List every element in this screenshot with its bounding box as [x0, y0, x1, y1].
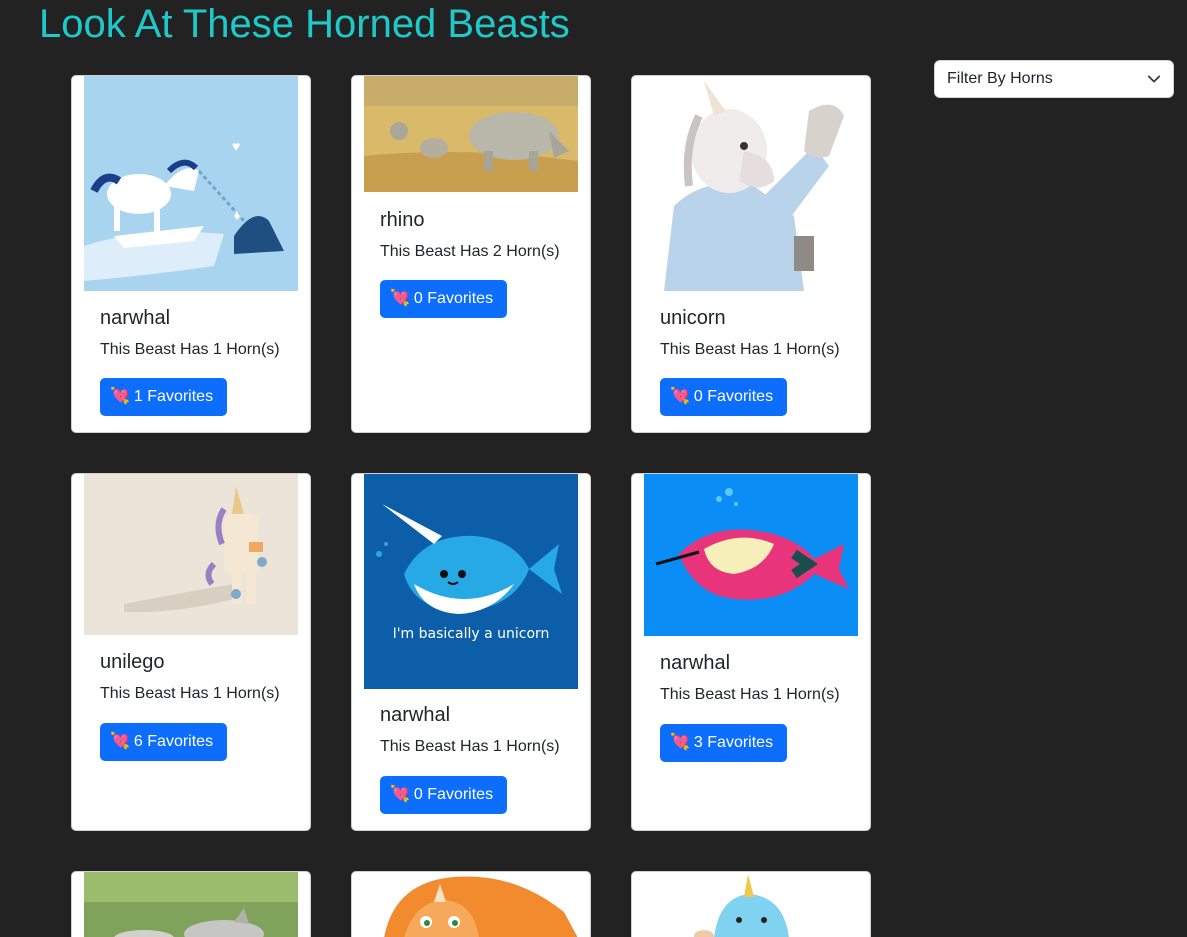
filter-by-horns-select[interactable]: Filter By Horns — [934, 60, 1174, 98]
beast-card: I'm basically a unicorn narwhal This Bea… — [351, 473, 591, 831]
beast-image[interactable]: ♥ — [84, 76, 298, 291]
favorite-count: 6 Favorites — [133, 733, 214, 750]
beast-card — [71, 871, 311, 937]
image-caption: I'm basically a unicorn — [392, 626, 550, 642]
beast-name: narwhal — [660, 652, 731, 674]
heart-icon: 💘 — [670, 734, 690, 751]
chevron-down-icon — [1147, 75, 1161, 83]
heart-icon: 💘 — [110, 733, 130, 750]
heart-icon: 💘 — [670, 388, 690, 405]
heart-icon: 💘 — [390, 290, 410, 307]
beast-horns: This Beast Has 1 Horn(s) — [380, 738, 560, 755]
favorite-button[interactable]: 💘 6 Favorites — [100, 723, 228, 761]
beast-name: narwhal — [380, 704, 451, 726]
beast-image[interactable] — [644, 872, 858, 937]
beast-horns: This Beast Has 2 Horn(s) — [380, 243, 560, 260]
favorite-count: 0 Favorites — [413, 786, 494, 803]
heart-icon: 💘 — [390, 786, 410, 803]
favorite-count: 0 Favorites — [693, 388, 774, 405]
beast-card: unicorn This Beast Has 1 Horn(s) 💘 0 Fav… — [631, 75, 871, 433]
beast-image[interactable] — [364, 872, 578, 937]
favorite-button[interactable]: 💘 1 Favorites — [100, 378, 228, 416]
beast-horns: This Beast Has 1 Horn(s) — [660, 341, 840, 358]
beast-image[interactable]: I'm basically a unicorn — [364, 474, 578, 689]
beast-image[interactable] — [84, 474, 298, 635]
beast-name: unicorn — [660, 307, 726, 329]
beast-card — [631, 871, 871, 937]
page-title: Look At These Horned Beasts — [39, 2, 570, 46]
beast-horns: This Beast Has 1 Horn(s) — [660, 686, 840, 703]
beast-horns: This Beast Has 1 Horn(s) — [100, 685, 280, 702]
beast-card — [351, 871, 591, 937]
beast-name: narwhal — [100, 307, 171, 329]
svg-text:♥: ♥ — [232, 138, 240, 154]
favorite-count: 1 Favorites — [133, 388, 214, 405]
filter-select-value: Filter By Horns — [947, 70, 1053, 87]
favorite-count: 0 Favorites — [413, 290, 494, 307]
favorite-button[interactable]: 💘 0 Favorites — [380, 776, 508, 814]
favorite-button[interactable]: 💘 0 Favorites — [660, 378, 788, 416]
beast-image[interactable] — [644, 474, 858, 636]
beast-name: unilego — [100, 651, 165, 673]
beast-card: rhino This Beast Has 2 Horn(s) 💘 0 Favor… — [351, 75, 591, 433]
beast-card: ♥ narwhal This Beast Has 1 Horn(s) 💘 1 F… — [71, 75, 311, 433]
favorite-button[interactable]: 💘 0 Favorites — [380, 280, 508, 318]
beast-image[interactable] — [644, 76, 858, 291]
beast-name: rhino — [380, 209, 425, 231]
beast-image[interactable] — [84, 872, 298, 937]
beast-image[interactable] — [364, 76, 578, 192]
favorite-count: 3 Favorites — [693, 734, 774, 751]
beast-card: unilego This Beast Has 1 Horn(s) 💘 6 Fav… — [71, 473, 311, 831]
favorite-button[interactable]: 💘 3 Favorites — [660, 724, 788, 762]
beast-card: narwhal This Beast Has 1 Horn(s) 💘 3 Fav… — [631, 473, 871, 831]
heart-icon: 💘 — [110, 388, 130, 405]
beast-horns: This Beast Has 1 Horn(s) — [100, 341, 280, 358]
